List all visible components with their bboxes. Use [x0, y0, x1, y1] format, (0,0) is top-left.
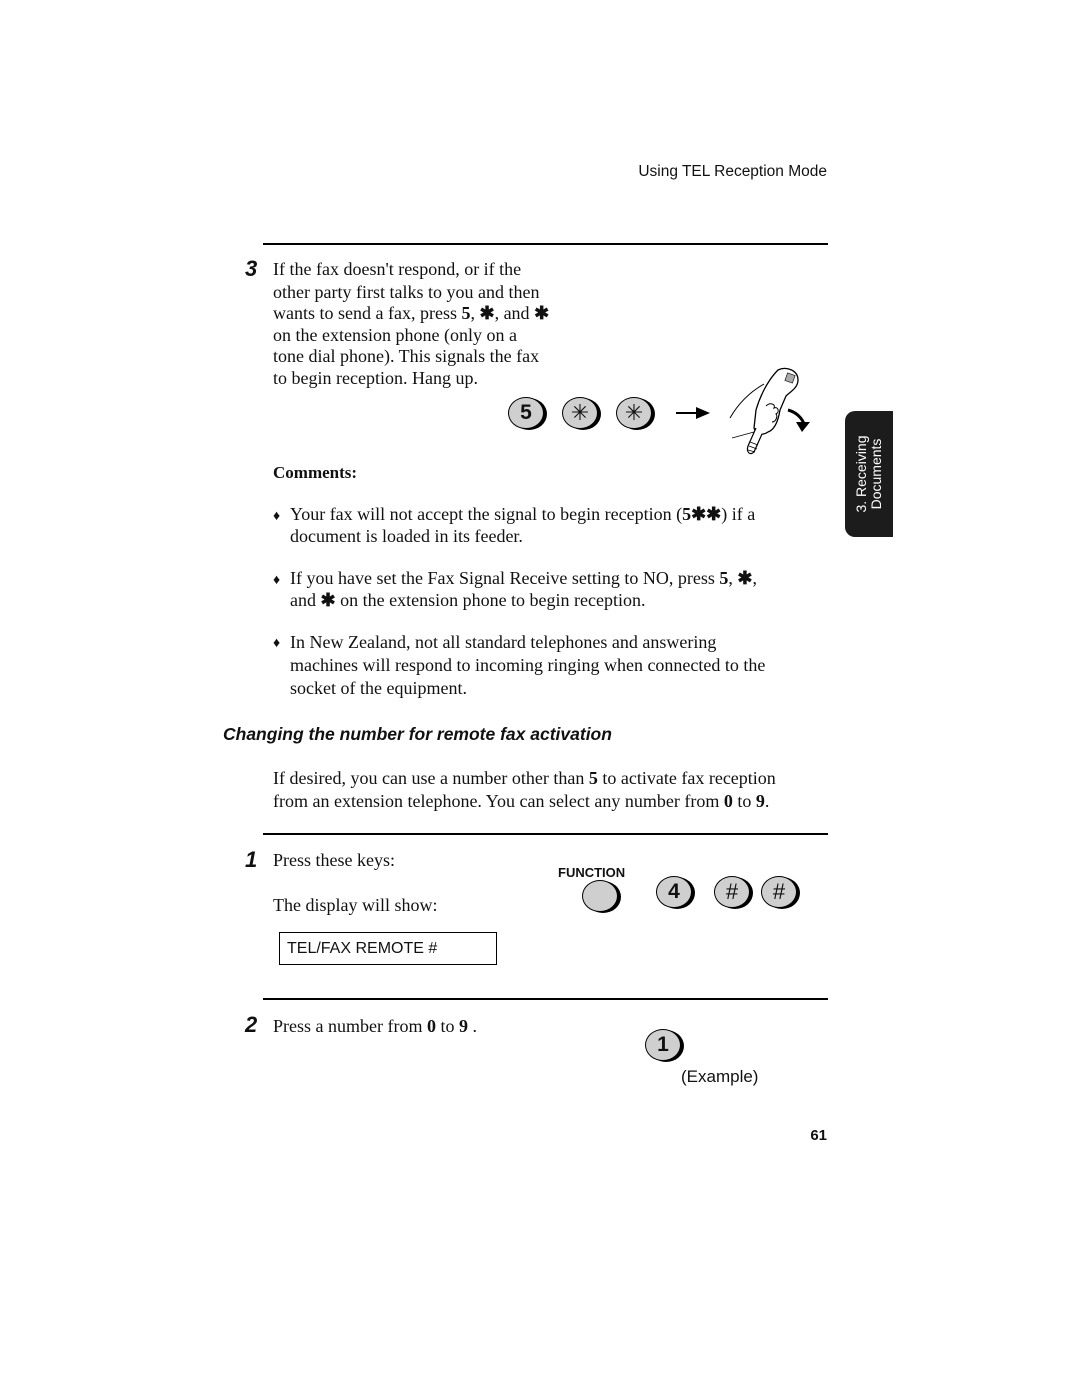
step-divider [263, 998, 828, 1000]
key-label: ✳ [624, 400, 644, 425]
example-caption: (Example) [681, 1067, 759, 1086]
bold-digit: 5 [588, 768, 598, 788]
section-intro: If desired, you can use a number other t… [273, 767, 833, 813]
comment-item: ♦ Your fax will not accept the signal to… [273, 504, 813, 547]
bold-digit: 0 [426, 1016, 436, 1036]
arrow-icon [676, 412, 698, 414]
intro-line: from an extension telephone. You can sel… [273, 790, 833, 813]
text: In New Zealand, not all standard telepho… [290, 632, 717, 652]
key-label: # [725, 879, 739, 904]
star-key-icon: ✳ [616, 397, 652, 429]
text: . [467, 1016, 477, 1036]
step-3-line: tone dial phone). This signals the fax [273, 346, 540, 366]
text: . [764, 791, 770, 811]
key-label: # [772, 879, 786, 904]
text: to [732, 791, 756, 811]
text: document is loaded in its feeder. [290, 525, 523, 546]
function-key-icon [582, 880, 618, 912]
function-key-label: FUNCTION [558, 865, 626, 880]
lcd-display: TEL/FAX REMOTE # [279, 932, 497, 965]
press-keys-label: Press these keys: [273, 850, 395, 870]
comment-text: In New Zealand, not all standard telepho… [290, 631, 833, 700]
comment-item: ♦ If you have set the Fax Signal Receive… [273, 568, 813, 611]
text: Your fax will not accept the signal to b… [290, 504, 683, 524]
step-1-number: 1 [245, 847, 258, 872]
step-3-line: If the fax doesn't respond, or if the [273, 259, 522, 279]
hash-key-icon: # [714, 876, 750, 908]
step-3-line: other party first talks to you and then [273, 281, 540, 302]
text: , [752, 568, 758, 588]
key-1-icon: 1 [645, 1029, 681, 1061]
text: If you have set the Fax Signal Receive s… [290, 568, 720, 588]
hash-key-icon: # [761, 876, 797, 908]
bold-digit: 9 [755, 791, 765, 811]
running-header: Using TEL Reception Mode [638, 163, 827, 180]
step-3-line: to begin reception. Hang up. [273, 367, 478, 388]
star-symbol: ✱ [479, 303, 495, 323]
key-label: 5 [520, 401, 532, 424]
chapter-tab-line2: Documents [868, 438, 884, 510]
text: Press a number from [273, 1016, 427, 1036]
hand-hanging-up-handset-icon [729, 367, 810, 455]
page-number: 61 [810, 1127, 827, 1144]
star-symbol: ✱ [737, 568, 753, 588]
intro-line: If desired, you can use a number other t… [273, 767, 833, 790]
step-3-number: 3 [245, 256, 258, 281]
bullet-icon: ♦ [273, 509, 281, 524]
comments-title: Comments: [273, 463, 358, 482]
bullet-icon: ♦ [273, 573, 281, 588]
chapter-tab: 3. Receiving Documents [845, 411, 893, 537]
text: to activate fax reception [597, 768, 776, 788]
text: on the extension phone to begin receptio… [335, 589, 646, 610]
step-divider [263, 243, 828, 245]
key-label: ✳ [570, 400, 590, 425]
comment-text: Your fax will not accept the signal to b… [290, 504, 813, 547]
text: socket of the equipment. [290, 678, 467, 698]
step-3-text: If the fax doesn't respond, or if the ot… [273, 259, 573, 389]
comment-item: ♦ In New Zealand, not all standard telep… [273, 631, 833, 700]
step-divider [263, 833, 828, 835]
key-5-icon: 5 [508, 397, 544, 429]
text: ) if a [721, 504, 756, 524]
step-3-line: wants to send a fax, press 5, ✱, and ✱ [273, 303, 573, 325]
star-symbol: ✱ [534, 303, 550, 323]
star-symbol: ✱ [320, 589, 336, 610]
text: to [435, 1016, 459, 1036]
text: , and [494, 303, 535, 323]
text: machines will respond to incoming ringin… [290, 655, 766, 675]
text: If desired, you can use a number other t… [273, 768, 589, 788]
section-heading: Changing the number for remote fax activ… [223, 724, 612, 744]
bold-sequence: 5✱✱ [682, 504, 722, 524]
text: and [290, 589, 321, 610]
star-key-icon: ✳ [562, 397, 598, 429]
step-2-number: 2 [245, 1012, 258, 1037]
key-label: 1 [657, 1033, 669, 1056]
step-3-line: on the extension phone (only on a [273, 324, 517, 345]
display-label: The display will show: [273, 895, 438, 915]
step-2-text: Press a number from 0 to 9 . [273, 1016, 477, 1038]
text: wants to send a fax, press [273, 303, 462, 323]
bullet-icon: ♦ [273, 636, 281, 651]
comment-text: If you have set the Fax Signal Receive s… [290, 568, 813, 611]
text: from an extension telephone. You can sel… [273, 791, 724, 811]
key-4-icon: 4 [656, 876, 692, 908]
bold-digit: 9 [458, 1016, 468, 1036]
arrow-head-icon [696, 407, 710, 419]
chapter-tab-line1: 3. Receiving [853, 435, 869, 513]
bold-digit: 0 [723, 791, 733, 811]
key-label: 4 [668, 880, 680, 903]
